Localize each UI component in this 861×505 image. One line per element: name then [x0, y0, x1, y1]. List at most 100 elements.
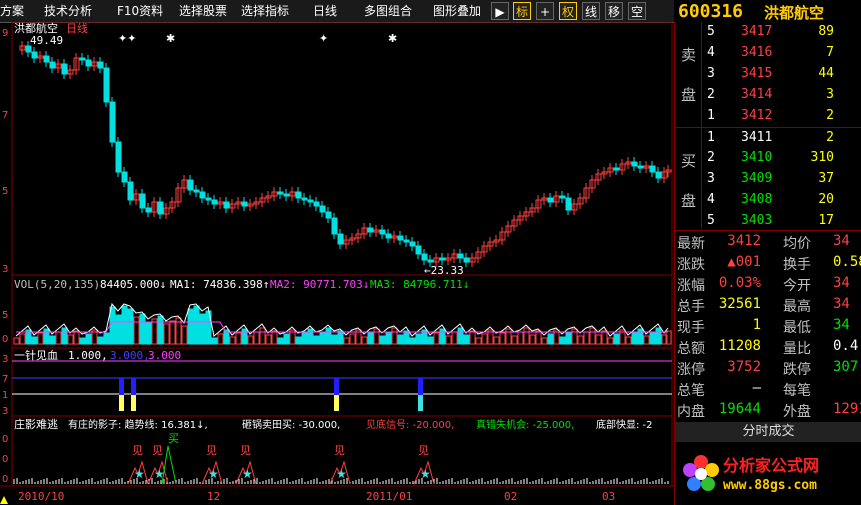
candle-body: [439, 257, 446, 261]
candle-body: [31, 51, 38, 59]
sell-row-4[interactable]: 4 3416 7: [703, 45, 861, 65]
buy-row-4[interactable]: 4 3408 20: [703, 192, 861, 212]
candle-body: [415, 245, 422, 255]
quote-value: 307: [833, 359, 859, 375]
space-icon[interactable]: 空: [628, 2, 646, 20]
volume-bar: [181, 325, 188, 345]
volume-bar: [607, 337, 614, 345]
menu-multi-chart[interactable]: 多图组合: [364, 2, 412, 20]
quote-row: 涨跌 ▲001 换手 0.58: [675, 254, 861, 275]
ind2-star-icon: ★: [336, 467, 347, 481]
rights-icon[interactable]: 权: [559, 2, 577, 20]
chart-area[interactable]: 洪都航空 日线 49.49 ←23.33 9 7 5 3 ✦✦ ✱ ✦ ✱ VO…: [0, 22, 674, 505]
candle-body: [385, 233, 392, 239]
candlestick-series: [19, 41, 672, 267]
mark-icon[interactable]: 标: [513, 2, 531, 20]
volume-bar: [193, 305, 200, 345]
sell-row-3[interactable]: 3 3415 44: [703, 66, 861, 86]
crosshair-icon[interactable]: +: [536, 2, 554, 20]
candle-body: [49, 61, 56, 69]
high-label: 49.49: [30, 34, 63, 47]
menu-f10[interactable]: F10资料: [117, 2, 163, 20]
sell-volume: 7: [826, 45, 834, 60]
sell-level: 5: [707, 24, 715, 39]
buy-row-3[interactable]: 3 3409 37: [703, 171, 861, 191]
menu-technical-analysis[interactable]: 技术分析: [44, 2, 92, 20]
ind2-signal-buy: 买: [168, 432, 179, 445]
candle-body: [277, 191, 284, 195]
candle-body: [463, 257, 470, 263]
volume-bar: [187, 308, 194, 345]
y-tick-main-0: 9: [2, 28, 8, 39]
y-tick-ind1-3: 3: [2, 406, 8, 417]
volume-bar: [415, 333, 422, 345]
y-tick-ind1-2: 1: [2, 390, 8, 401]
volume-bar: [595, 334, 602, 345]
volume-bar: [493, 336, 500, 345]
menu-daily[interactable]: 日线: [313, 2, 337, 20]
volume-bar: [511, 335, 518, 345]
candle-body: [295, 191, 302, 199]
volume-bar: [109, 306, 116, 345]
sell-row-5[interactable]: 5 3417 89: [703, 24, 861, 44]
ind2-signal-see: 见: [334, 444, 345, 457]
candle-body: [223, 201, 230, 209]
sell-price: 3415: [741, 66, 773, 81]
y-tick-main-2: 5: [2, 186, 8, 197]
quote-label: 涨停: [677, 362, 705, 378]
volume-bar: [277, 337, 284, 345]
quote-value: 1: [752, 317, 761, 333]
volume-bar: [613, 333, 620, 345]
volume-bar: [541, 337, 548, 345]
quote-label: 外盘: [783, 404, 811, 420]
candle-body: [547, 197, 554, 203]
buy-label-2: 盘: [681, 192, 697, 210]
volume-bar: [343, 337, 350, 345]
volume-bar: [583, 331, 590, 345]
stock-header: 600316 洪都航空: [674, 0, 861, 22]
move-icon[interactable]: 移: [605, 2, 623, 20]
volume-bar: [367, 332, 374, 345]
scroll-left-icon[interactable]: [0, 496, 8, 504]
buy-row-1[interactable]: 1 3411 2: [703, 130, 861, 150]
buy-level: 1: [707, 130, 715, 145]
candle-body: [85, 59, 92, 67]
quote-value: 34: [833, 296, 850, 312]
quote-label: 内盘: [677, 404, 705, 420]
buy-row-2[interactable]: 2 3410 310: [703, 150, 861, 170]
quote-value: 0.58: [833, 254, 861, 270]
ind2-signal-see: 见: [206, 444, 217, 457]
sell-price: 3416: [741, 45, 773, 60]
star-marker: ✱: [166, 32, 175, 45]
volume-bar: [409, 337, 416, 345]
menu-overlay[interactable]: 图形叠加: [433, 2, 481, 20]
sell-row-1[interactable]: 1 3412 2: [703, 108, 861, 128]
ind2-star-icon: ★: [242, 467, 253, 481]
play-icon[interactable]: ▶: [491, 2, 509, 20]
ind1-signal-bar: [131, 378, 136, 395]
buy-volume: 20: [818, 192, 834, 207]
menu-select-indicator[interactable]: 选择指标: [241, 2, 289, 20]
volume-bar: [139, 313, 146, 345]
volume-bar: [55, 331, 62, 345]
sell-row-2[interactable]: 2 3414 3: [703, 87, 861, 107]
candle-body: [211, 199, 218, 205]
candle-body: [409, 241, 416, 247]
candle-body: [109, 101, 116, 143]
volume-bar: [337, 330, 344, 345]
y-tick-ind2-0: 0: [2, 434, 8, 445]
menu-scheme[interactable]: 方案: [0, 2, 24, 20]
quote-value: 34: [833, 317, 850, 333]
candle-body: [403, 239, 410, 243]
y-tick-ind1-1: 7: [2, 374, 8, 385]
ticks-tab[interactable]: 分时成交: [675, 422, 861, 442]
line-icon[interactable]: 线: [582, 2, 600, 20]
menu-select-stock[interactable]: 选择股票: [179, 2, 227, 20]
candle-body: [139, 193, 146, 209]
volume-bar: [589, 327, 596, 345]
volume-bar: [295, 336, 302, 345]
volume-bar: [79, 337, 86, 345]
volume-bar: [199, 313, 206, 345]
quote-label: 涨跌: [677, 257, 705, 273]
y-tick-vol-0: 5: [2, 310, 8, 321]
